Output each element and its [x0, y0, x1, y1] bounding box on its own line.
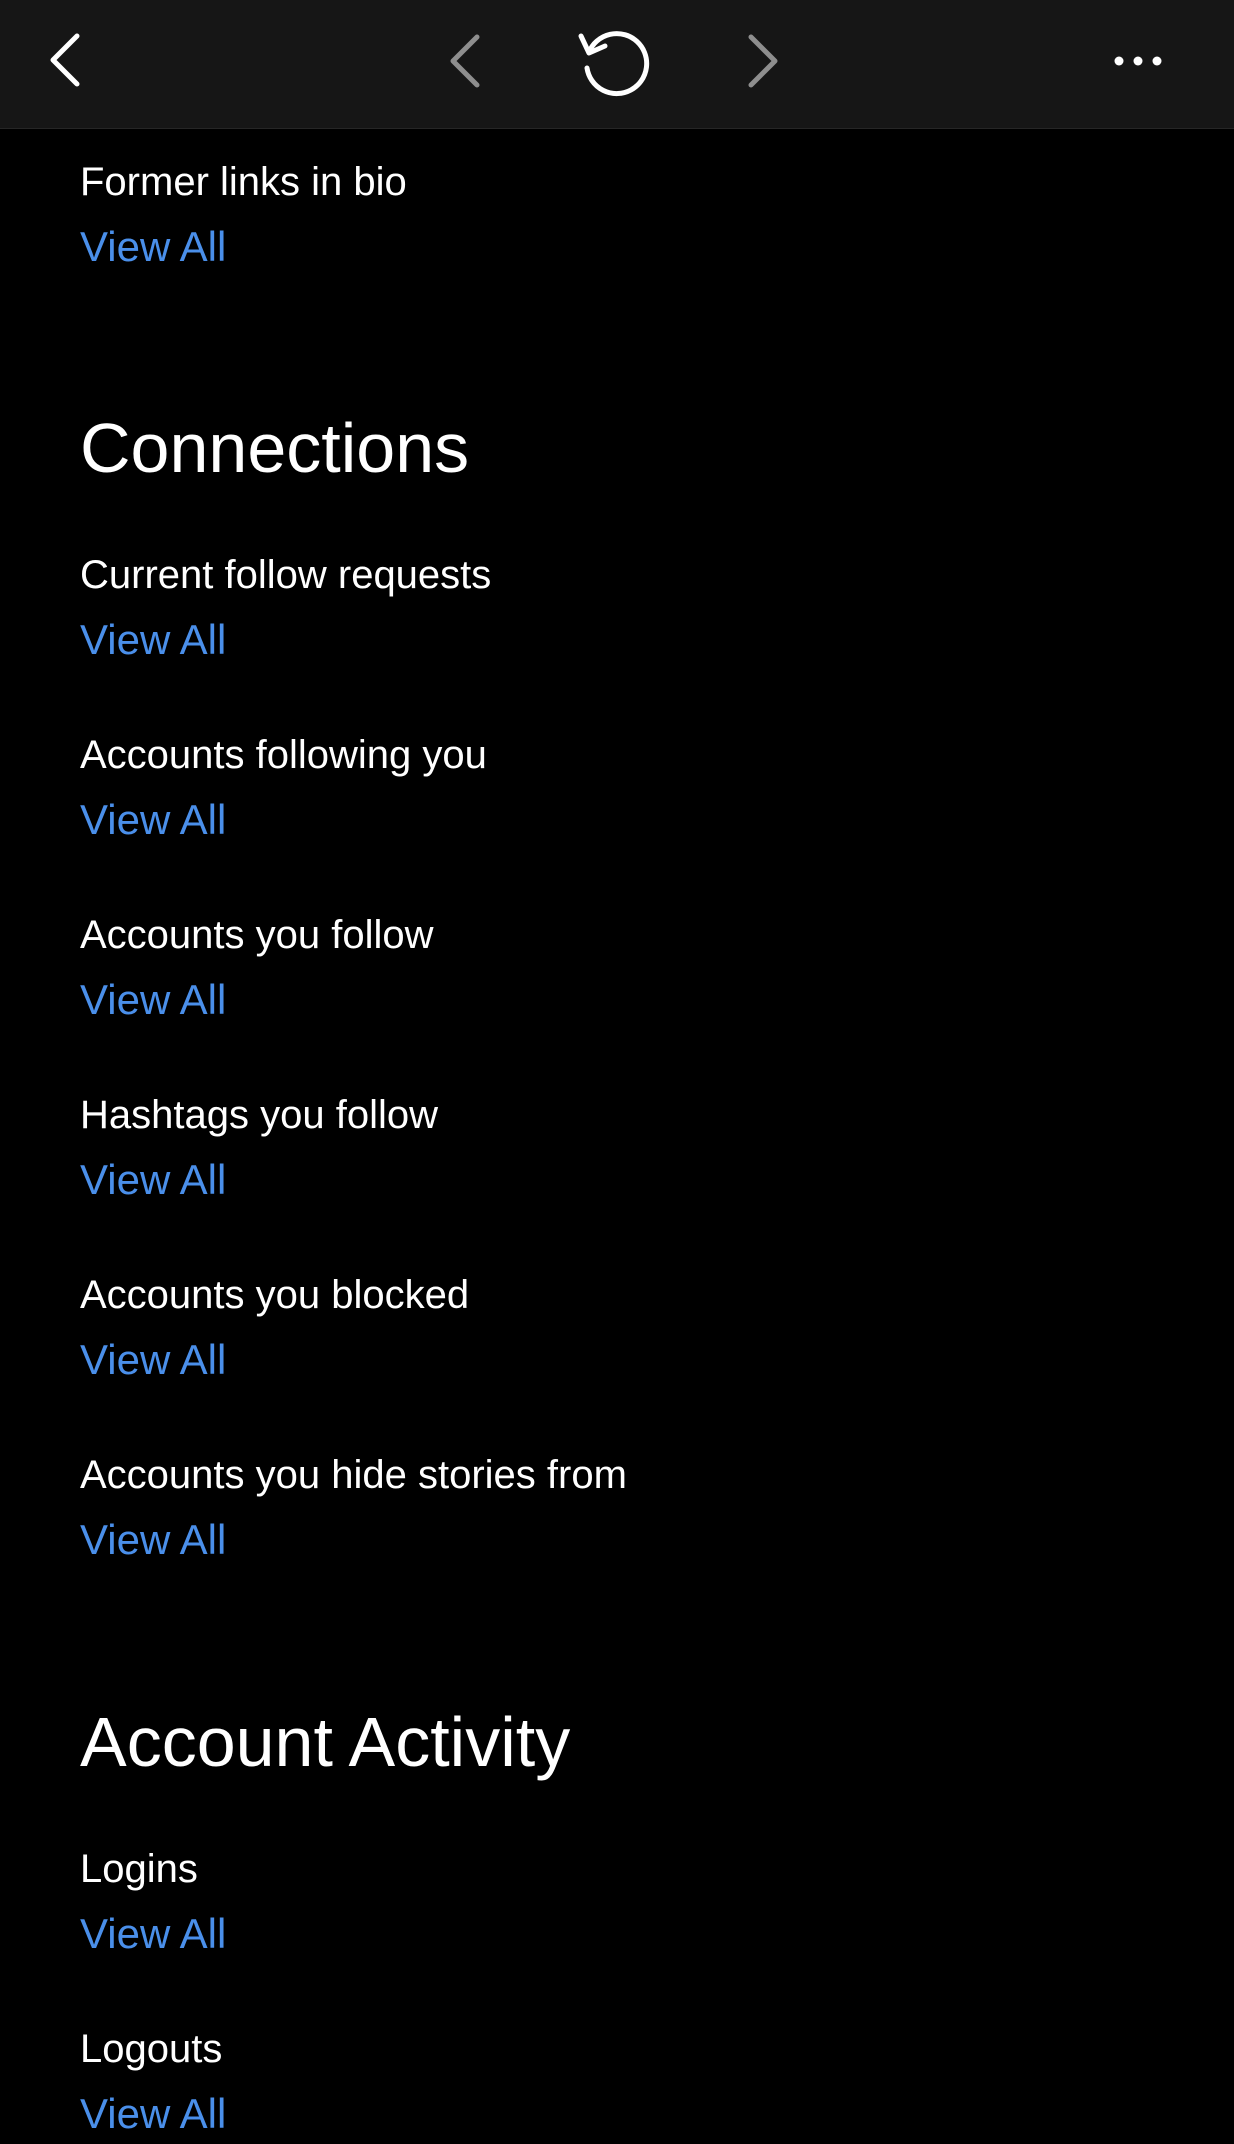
chevron-left-icon: [50, 33, 80, 87]
view-all-link[interactable]: View All: [80, 1909, 1080, 1959]
item-label: Current follow requests: [80, 553, 492, 597]
item-label: Accounts you follow: [80, 913, 434, 957]
section-heading-connections: Connections: [80, 409, 470, 487]
list-item: Logouts View All: [80, 2025, 1080, 2139]
view-all-link[interactable]: View All: [80, 615, 1080, 665]
view-all-link[interactable]: View All: [80, 975, 1080, 1025]
item-label: Logins: [80, 1847, 198, 1891]
item-label: Hashtags you follow: [80, 1093, 438, 1137]
item-label: Logouts: [80, 2027, 223, 2071]
list-item: Logins View All: [80, 1845, 1080, 1959]
item-label: Accounts you hide stories from: [80, 1453, 627, 1497]
item-label: Accounts you blocked: [80, 1273, 470, 1317]
former-links-item: Former links in bio View All: [80, 158, 1080, 272]
view-all-link[interactable]: View All: [80, 2089, 1080, 2139]
forward-button[interactable]: [728, 26, 798, 96]
item-label: Accounts following you: [80, 733, 487, 777]
chevron-left-icon: [450, 34, 480, 88]
view-all-link[interactable]: View All: [80, 1155, 1080, 1205]
section-heading-account-activity: Account Activity: [80, 1703, 571, 1781]
chevron-right-icon: [748, 34, 778, 88]
list-item: Accounts following you View All: [80, 731, 1080, 845]
list-item: Accounts you blocked View All: [80, 1271, 1080, 1385]
more-horizontal-icon: [1114, 56, 1162, 66]
item-label: Former links in bio: [80, 160, 407, 204]
browser-toolbar: [0, 0, 1234, 129]
list-item: Hashtags you follow View All: [80, 1091, 1080, 1205]
list-item: Accounts you follow View All: [80, 911, 1080, 1025]
more-options-button[interactable]: [1105, 26, 1171, 96]
list-item: Accounts you hide stories from View All: [80, 1451, 1080, 1565]
view-all-link[interactable]: View All: [80, 1515, 1080, 1565]
reload-icon: [578, 31, 650, 97]
view-all-link[interactable]: View All: [80, 795, 1080, 845]
back-button[interactable]: [430, 26, 500, 96]
view-all-link[interactable]: View All: [80, 1335, 1080, 1385]
view-all-link[interactable]: View All: [80, 222, 1080, 272]
list-item: Current follow requests View All: [80, 551, 1080, 665]
close-button[interactable]: [30, 22, 100, 98]
reload-button[interactable]: [568, 20, 658, 104]
